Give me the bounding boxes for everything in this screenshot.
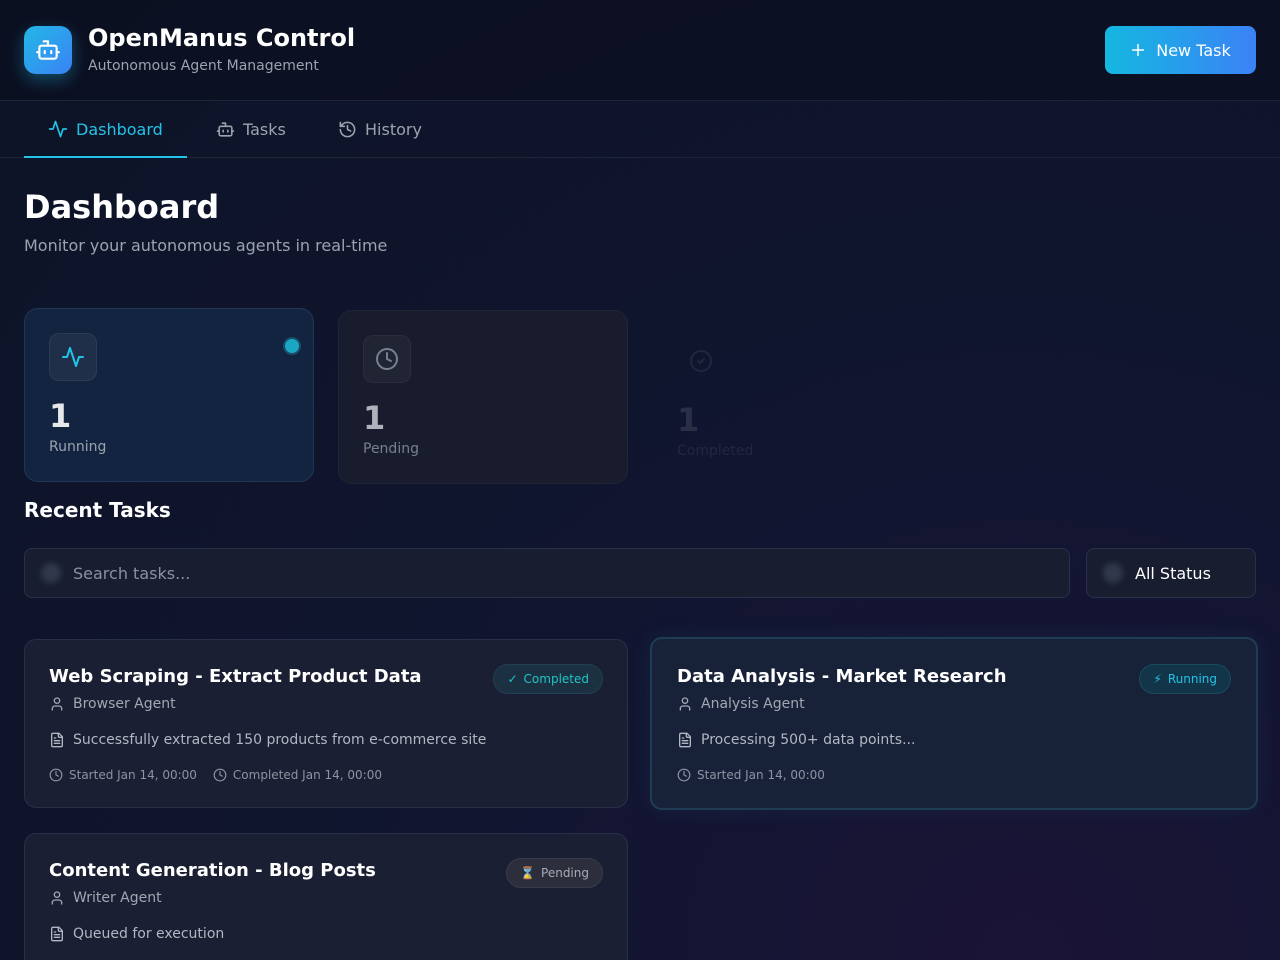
task-times: Started Jan 14, 00:00 Completed Jan 14, … xyxy=(49,768,382,782)
plus-icon xyxy=(1130,42,1146,58)
status-badge: ✓ Completed xyxy=(493,664,603,694)
stat-label: Pending xyxy=(363,441,419,457)
status-badge: ⚡ Running xyxy=(1139,664,1231,694)
user-icon xyxy=(49,696,65,712)
tab-label: History xyxy=(365,119,422,139)
task-times: Started Jan 14, 00:00 xyxy=(677,768,825,782)
stat-label: Running xyxy=(49,439,107,455)
robot-icon xyxy=(216,120,235,139)
completed-time-text: Completed Jan 14, 00:00 xyxy=(232,768,382,782)
search-box[interactable] xyxy=(24,548,1070,598)
task-description-text: Queued for execution xyxy=(73,926,225,942)
task-agent: Browser Agent xyxy=(49,696,176,712)
new-task-button[interactable]: New Task xyxy=(1105,26,1256,74)
task-agent-label: Writer Agent xyxy=(73,890,162,906)
file-text-icon xyxy=(49,926,65,942)
stat-label: Completed xyxy=(677,443,754,459)
file-text-icon xyxy=(49,732,65,748)
stat-value: 1 xyxy=(363,399,386,437)
stat-card-running: 1 Running xyxy=(24,308,314,482)
stat-icon-box xyxy=(677,337,725,385)
status-badge-label: Running xyxy=(1167,672,1217,686)
clock-icon xyxy=(677,768,691,782)
filter-icon xyxy=(1103,563,1123,583)
task-description-text: Successfully extracted 150 products from… xyxy=(73,732,487,748)
task-agent-label: Browser Agent xyxy=(73,696,176,712)
history-icon xyxy=(338,120,357,139)
task-title: Web Scraping - Extract Product Data xyxy=(49,666,422,687)
task-title: Data Analysis - Market Research xyxy=(677,666,1007,687)
started-time: Started Jan 14, 00:00 xyxy=(677,768,825,782)
app-logo xyxy=(24,26,72,74)
status-badge: ⌛ Pending xyxy=(506,858,603,888)
started-time: Started Jan 14, 00:00 xyxy=(49,768,197,782)
page-title: Dashboard xyxy=(24,188,220,226)
task-card[interactable]: Content Generation - Blog Posts ⌛ Pendin… xyxy=(24,833,628,960)
main-nav: Dashboard Tasks History xyxy=(0,101,1280,158)
started-time-text: Started Jan 14, 00:00 xyxy=(697,768,825,782)
task-agent-label: Analysis Agent xyxy=(701,696,805,712)
stat-card-pending: 1 Pending xyxy=(338,310,628,484)
activity-icon xyxy=(61,345,85,369)
lightning-icon: ⚡ xyxy=(1153,672,1162,686)
status-badge-label: Completed xyxy=(523,672,589,686)
clock-icon xyxy=(375,347,399,371)
task-agent: Analysis Agent xyxy=(677,696,805,712)
stat-icon-box xyxy=(363,335,411,383)
robot-icon xyxy=(35,37,61,63)
task-description: Processing 500+ data points... xyxy=(677,732,915,748)
task-description: Successfully extracted 150 products from… xyxy=(49,732,486,748)
check-circle-icon xyxy=(689,349,713,373)
completed-time: Completed Jan 14, 00:00 xyxy=(213,768,382,782)
tab-tasks[interactable]: Tasks xyxy=(216,101,286,157)
hourglass-icon: ⌛ xyxy=(520,866,536,880)
search-input[interactable] xyxy=(73,549,1053,597)
stat-value: 1 xyxy=(49,397,72,435)
status-badge-label: Pending xyxy=(541,866,589,880)
tab-history[interactable]: History xyxy=(338,101,422,157)
tab-dashboard[interactable]: Dashboard xyxy=(24,101,187,158)
page-subtitle: Monitor your autonomous agents in real-t… xyxy=(24,236,388,255)
live-indicator-dot xyxy=(285,339,299,353)
app-header: OpenManus Control Autonomous Agent Manag… xyxy=(0,0,1280,101)
app-subtitle: Autonomous Agent Management xyxy=(88,58,319,74)
status-filter-select[interactable]: All Status xyxy=(1086,548,1256,598)
check-icon: ✓ xyxy=(507,672,518,686)
activity-icon xyxy=(48,119,68,139)
user-icon xyxy=(49,890,65,906)
started-time-text: Started Jan 14, 00:00 xyxy=(69,768,197,782)
status-filter-value: All Status xyxy=(1135,564,1211,583)
stat-card-completed: 1 Completed xyxy=(652,312,942,486)
search-icon xyxy=(41,563,61,583)
recent-tasks-title: Recent Tasks xyxy=(24,498,171,522)
tab-label: Tasks xyxy=(243,119,286,139)
app-title: OpenManus Control xyxy=(88,24,356,52)
user-icon xyxy=(677,696,693,712)
stat-icon-box xyxy=(49,333,97,381)
task-card[interactable]: Data Analysis - Market Research ⚡ Runnin… xyxy=(650,637,1258,810)
new-task-label: New Task xyxy=(1156,40,1231,60)
task-card[interactable]: Web Scraping - Extract Product Data ✓ Co… xyxy=(24,639,628,808)
task-description: Queued for execution xyxy=(49,926,224,942)
clock-icon xyxy=(213,768,227,782)
task-agent: Writer Agent xyxy=(49,890,162,906)
clock-icon xyxy=(49,768,63,782)
stat-value: 1 xyxy=(677,401,700,439)
file-text-icon xyxy=(677,732,693,748)
task-title: Content Generation - Blog Posts xyxy=(49,860,376,881)
tab-label: Dashboard xyxy=(76,119,163,139)
task-description-text: Processing 500+ data points... xyxy=(701,732,916,748)
